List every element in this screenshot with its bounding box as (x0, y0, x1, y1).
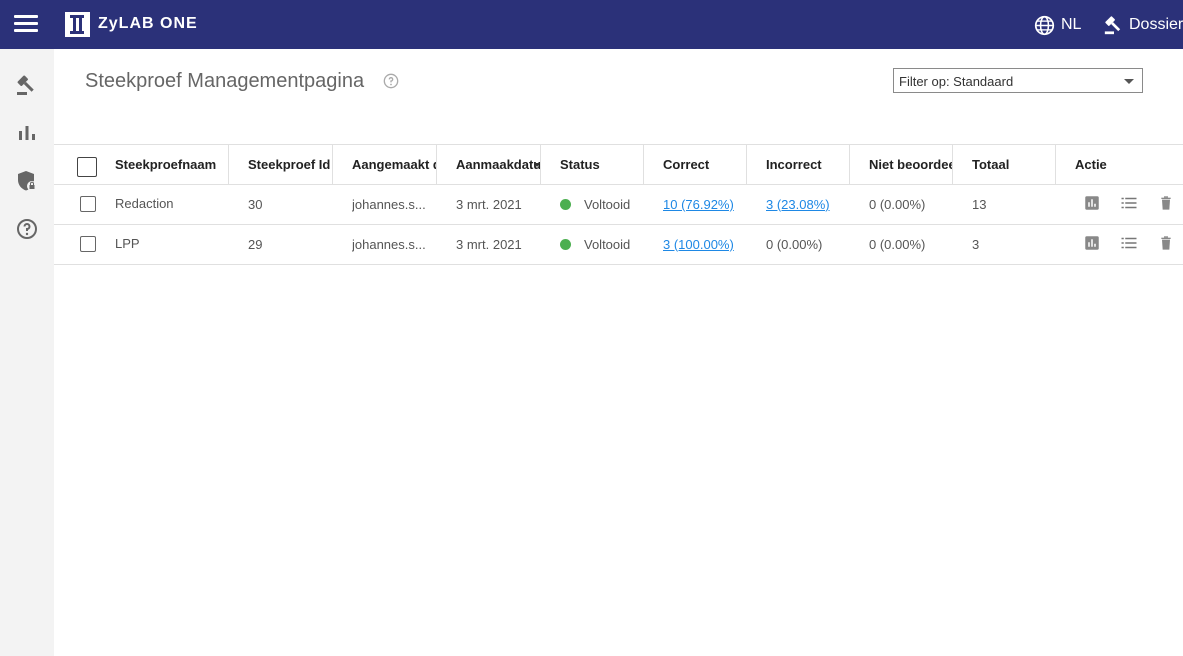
sample-id: 30 (248, 197, 263, 212)
row-checkbox[interactable] (80, 196, 96, 212)
top-bar: ZyLAB ONE NL Dossier (0, 0, 1183, 49)
column-header-created-by[interactable]: Aangemaakt door (333, 145, 437, 185)
sidebar (0, 49, 54, 656)
dossier-button[interactable]: Dossier (1103, 14, 1183, 36)
column-header-not-reviewed[interactable]: Niet beoordeeld (850, 145, 953, 185)
not-reviewed-value: 0 (0.00%) (869, 197, 926, 212)
column-header-id[interactable]: Steekproef Id (229, 145, 333, 185)
sample-name: Redaction (115, 196, 174, 211)
sidebar-item-dossier[interactable] (15, 73, 39, 97)
zylab-logo-icon (65, 12, 90, 37)
status-text: Voltooid (584, 197, 631, 212)
total-value: 3 (972, 237, 980, 252)
incorrect-value: 0 (0.00%) (766, 237, 823, 252)
gavel-icon (1104, 16, 1121, 35)
select-all-checkbox[interactable] (77, 157, 97, 177)
status-text: Voltooid (584, 237, 631, 252)
filter-select[interactable]: Filter op: Standaard (893, 68, 1143, 93)
sort-icon[interactable] (534, 163, 540, 167)
list-icon[interactable] (1119, 194, 1139, 212)
column-header-incorrect[interactable]: Incorrect (747, 145, 850, 185)
table-row[interactable]: LPP 29 johannes.s... 3 mrt. 2021 Voltooi… (54, 225, 1183, 265)
column-header-date-label: Aanmaakdatum (456, 157, 541, 172)
filter-value: Filter op: Standaard (899, 74, 1014, 89)
status-dot (560, 239, 571, 250)
brand-name: ZyLAB ONE (98, 15, 198, 32)
status-dot (560, 199, 571, 210)
column-header-name[interactable]: Steekproefnaam (96, 145, 229, 185)
sample-name: LPP (115, 236, 140, 251)
column-header-action: Actie (1075, 157, 1107, 172)
gavel-icon (17, 75, 34, 95)
column-header-date[interactable]: Aanmaakdatum (437, 145, 541, 185)
report-icon[interactable] (1083, 194, 1101, 212)
correct-link[interactable]: 10 (76.92%) (663, 185, 743, 224)
not-reviewed-value: 0 (0.00%) (869, 237, 926, 252)
sidebar-item-security[interactable] (15, 169, 39, 193)
help-icon[interactable] (383, 73, 399, 89)
bar-chart-icon (19, 126, 35, 140)
page-title: Steekproef Managementpagina (85, 70, 365, 92)
delete-icon[interactable] (1158, 194, 1174, 212)
row-checkbox[interactable] (80, 236, 96, 252)
sidebar-item-help[interactable] (15, 217, 39, 241)
created-date: 3 mrt. 2021 (456, 237, 522, 252)
total-value: 13 (972, 197, 987, 212)
column-header-status[interactable]: Status (541, 145, 644, 185)
correct-link[interactable]: 3 (100.00%) (663, 225, 743, 264)
table-header: Steekproefnaam Steekproef Id Aangemaakt … (54, 144, 1183, 185)
created-date: 3 mrt. 2021 (456, 197, 522, 212)
globe-icon (1034, 15, 1055, 35)
language-switcher[interactable]: NL (1034, 14, 1081, 36)
column-header-total[interactable]: Totaal (953, 145, 1056, 185)
column-header-correct[interactable]: Correct (644, 145, 747, 185)
help-circle-icon (17, 219, 37, 239)
created-by: johannes.s... (352, 197, 426, 212)
chevron-down-icon (1124, 79, 1134, 84)
menu-icon[interactable] (14, 15, 38, 33)
shield-lock-icon (18, 171, 37, 191)
created-by: johannes.s... (352, 237, 426, 252)
sidebar-item-statistics[interactable] (15, 121, 39, 145)
table-row[interactable]: Redaction 30 johannes.s... 3 mrt. 2021 V… (54, 185, 1183, 225)
incorrect-link[interactable]: 3 (23.08%) (766, 185, 846, 224)
delete-icon[interactable] (1158, 234, 1174, 252)
dossier-label: Dossier (1129, 16, 1183, 33)
report-icon[interactable] (1083, 234, 1101, 252)
list-icon[interactable] (1119, 234, 1139, 252)
samples-table: Steekproefnaam Steekproef Id Aangemaakt … (54, 144, 1183, 265)
sample-id: 29 (248, 237, 263, 252)
language-label: NL (1061, 16, 1082, 33)
